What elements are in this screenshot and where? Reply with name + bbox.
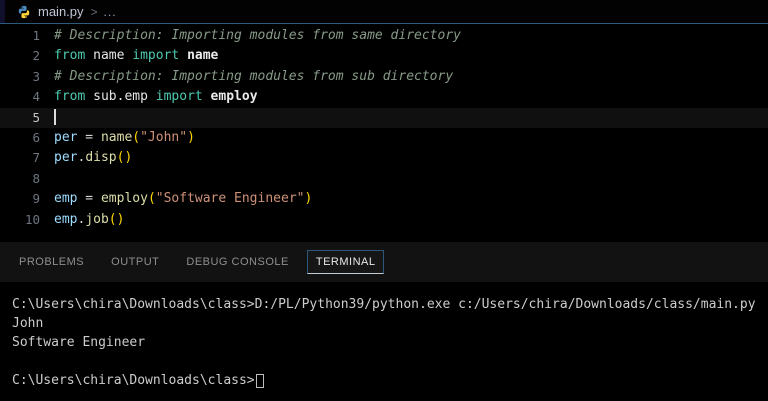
line-number: 10 <box>24 211 40 227</box>
token-function: employ <box>100 191 148 207</box>
code-line-1: 1 # Description: Importing modules from … <box>0 26 768 46</box>
token-variable: emp <box>54 191 78 207</box>
tab-debug-console[interactable]: DEBUG CONSOLE <box>177 250 297 274</box>
line-number: 8 <box>32 170 40 186</box>
code-line-8: 8 <box>0 169 768 189</box>
token-method: job <box>85 211 109 227</box>
terminal-prompt: C:\Users\chira\Downloads\class> <box>12 373 255 388</box>
token-module: sub.emp <box>85 89 156 105</box>
token-string: "Software Engineer" <box>155 191 305 207</box>
line-number: 5 <box>32 109 40 125</box>
token-operator: = <box>77 191 101 207</box>
token-comment: # Description: Importing modules from sa… <box>54 28 461 43</box>
breadcrumb: main.py > ... <box>0 0 768 24</box>
window-edge <box>0 0 5 23</box>
line-number: 4 <box>32 89 40 105</box>
code-line-2: 2 from name import name <box>0 46 768 66</box>
token-variable: emp <box>54 211 78 227</box>
code-line-4: 4 from sub.emp import employ <box>0 87 768 107</box>
code-line-3: 3 # Description: Importing modules from … <box>0 67 768 87</box>
token-imported-name: name <box>179 48 219 64</box>
tab-problems[interactable]: PROBLEMS <box>10 250 93 274</box>
token-keyword: import <box>132 48 180 64</box>
terminal[interactable]: C:\Users\chira\Downloads\class>D:/PL/Pyt… <box>0 282 768 400</box>
terminal-cursor <box>255 374 264 388</box>
code-editor[interactable]: 1 # Description: Importing modules from … <box>0 24 768 242</box>
terminal-prompt-line: C:\Users\chira\Downloads\class> <box>12 371 768 390</box>
terminal-output-line: Software Engineer <box>12 335 146 350</box>
token-imported-name: employ <box>202 89 258 105</box>
token-keyword: from <box>54 89 86 105</box>
code-line-7: 7 per.disp() <box>0 148 768 168</box>
code-line-5-current: 5 <box>0 107 768 128</box>
token-keyword: import <box>155 89 203 105</box>
token-keyword: from <box>54 48 86 64</box>
token-variable: per <box>54 150 78 166</box>
token-paren: ) <box>187 129 195 145</box>
tab-terminal[interactable]: TERMINAL <box>306 250 385 274</box>
line-number: 7 <box>32 150 40 166</box>
terminal-output-line: John <box>12 316 44 331</box>
token-function: name <box>100 129 133 145</box>
python-file-icon <box>17 5 31 19</box>
line-number: 1 <box>32 28 40 43</box>
line-number: 6 <box>32 129 40 145</box>
tab-output[interactable]: OUTPUT <box>102 250 168 274</box>
token-paren: () <box>116 150 133 166</box>
token-paren: ( <box>147 191 156 207</box>
panel-tab-bar: PROBLEMS OUTPUT DEBUG CONSOLE TERMINAL <box>0 242 768 282</box>
token-paren: ( <box>132 129 141 145</box>
vscode-window: main.py > ... 1 # Description: Importing… <box>0 0 768 401</box>
line-number: 3 <box>32 68 40 84</box>
breadcrumb-ellipsis[interactable]: ... <box>104 5 117 19</box>
token-variable: per <box>54 129 78 145</box>
token-module: name <box>85 48 133 64</box>
token-string: "John" <box>140 129 188 145</box>
code-line-9: 9 emp = employ("Software Engineer") <box>0 189 768 209</box>
code-line-6: 6 per = name("John") <box>0 128 768 148</box>
token-method: disp <box>85 150 117 166</box>
line-number: 9 <box>32 191 40 207</box>
code-line-10: 10 emp.job() <box>0 210 768 230</box>
token-paren: () <box>108 211 125 227</box>
editor-cursor <box>54 109 56 126</box>
token-operator: = <box>77 129 101 145</box>
token-comment: # Description: Importing modules from su… <box>54 68 454 84</box>
line-number: 2 <box>32 48 40 64</box>
token-paren: ) <box>304 191 313 207</box>
terminal-command-line: C:\Users\chira\Downloads\class>D:/PL/Pyt… <box>12 297 756 312</box>
breadcrumb-file[interactable]: main.py <box>38 4 84 19</box>
breadcrumb-chevron-icon: > <box>90 4 98 19</box>
